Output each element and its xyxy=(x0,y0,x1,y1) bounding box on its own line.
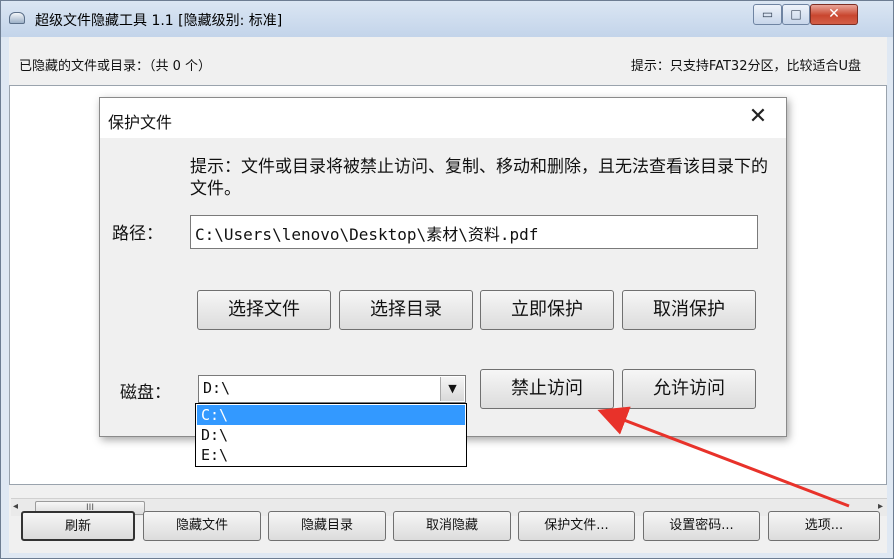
disk-option-c[interactable]: C:\ xyxy=(197,405,465,425)
protect-file-button[interactable]: 保护文件... xyxy=(518,511,635,541)
path-label: 路径： xyxy=(112,224,163,244)
hidden-count-label: 已隐藏的文件或目录：（共 0 个） xyxy=(19,59,212,74)
scroll-left-icon[interactable]: ◂ xyxy=(13,501,18,512)
dialog-hint: 提示：文件或目录将被禁止访问、复制、移动和删除，且无法查看该目录下的文件。 xyxy=(190,157,768,199)
bottom-toolbar: 刷新 隐藏文件 隐藏目录 取消隐藏 保护文件... 设置密码... 选项... xyxy=(19,507,880,541)
deny-access-button[interactable]: 禁止访问 xyxy=(480,369,614,409)
disk-option-e[interactable]: E:\ xyxy=(197,445,465,465)
allow-access-button[interactable]: 允许访问 xyxy=(622,369,756,409)
disk-select[interactable]: D:\ ▼ xyxy=(198,375,466,403)
set-password-button[interactable]: 设置密码... xyxy=(643,511,760,541)
close-button[interactable]: ✕ xyxy=(810,4,858,25)
choose-file-button[interactable]: 选择文件 xyxy=(197,290,331,330)
app-icon xyxy=(9,12,25,24)
title-bar[interactable]: 超级文件隐藏工具 1.1 [隐藏级别: 标准] ▭ □ ✕ xyxy=(1,1,893,37)
dialog-close-icon[interactable]: ✕ xyxy=(740,104,776,132)
path-field[interactable]: C:\Users\lenovo\Desktop\素材\资料.pdf xyxy=(190,215,758,249)
window-title: 超级文件隐藏工具 1.1 [隐藏级别: 标准] xyxy=(35,13,283,29)
protect-file-dialog: 保护文件 ✕ 提示：文件或目录将被禁止访问、复制、移动和删除，且无法查看该目录下… xyxy=(99,97,787,437)
dialog-title-bar[interactable]: 保护文件 ✕ xyxy=(100,98,786,138)
maximize-button[interactable]: □ xyxy=(782,4,810,25)
unhide-button[interactable]: 取消隐藏 xyxy=(393,511,511,541)
disk-selected-value: D:\ xyxy=(203,379,231,397)
disk-option-d[interactable]: D:\ xyxy=(197,425,465,445)
choose-directory-button[interactable]: 选择目录 xyxy=(339,290,473,330)
hide-directory-button[interactable]: 隐藏目录 xyxy=(268,511,386,541)
disk-label: 磁盘： xyxy=(120,383,171,403)
options-button[interactable]: 选项... xyxy=(768,511,880,541)
refresh-button[interactable]: 刷新 xyxy=(21,511,135,541)
disk-dropdown-list: C:\ D:\ E:\ xyxy=(195,403,467,467)
app-window: 超级文件隐藏工具 1.1 [隐藏级别: 标准] ▭ □ ✕ 已隐藏的文件或目录：… xyxy=(0,0,894,559)
cancel-protect-button[interactable]: 取消保护 xyxy=(622,290,756,330)
hide-file-button[interactable]: 隐藏文件 xyxy=(143,511,261,541)
minimize-button[interactable]: ▭ xyxy=(753,4,782,25)
fat32-hint: 提示：只支持FAT32分区，比较适合U盘 xyxy=(630,59,861,74)
dialog-title: 保护文件 xyxy=(108,113,173,132)
protect-now-button[interactable]: 立即保护 xyxy=(480,290,614,330)
chevron-down-icon[interactable]: ▼ xyxy=(440,377,464,401)
